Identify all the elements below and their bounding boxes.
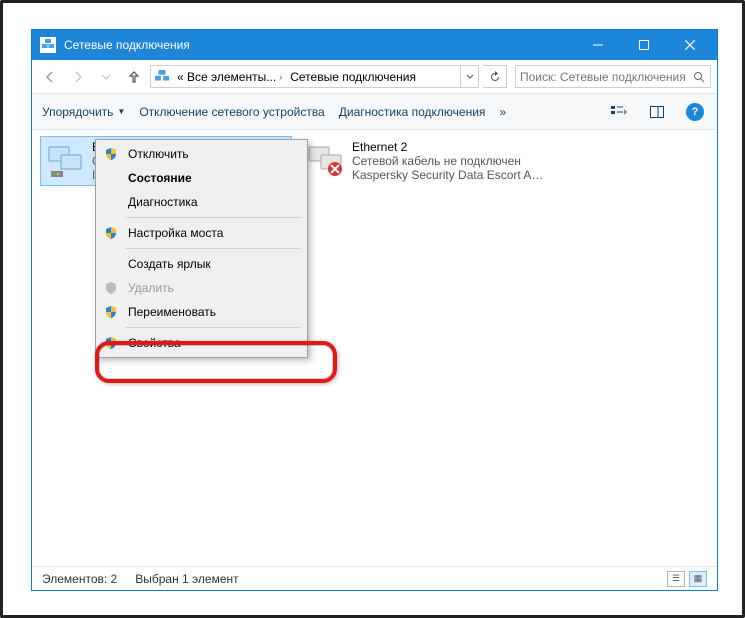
breadcrumb-seg-2[interactable]: Сетевые подключения	[286, 66, 420, 87]
address-bar: « Все элементы...› Сетевые подключения	[32, 60, 717, 94]
breadcrumb-icon[interactable]	[151, 66, 173, 87]
chevron-down-icon: ▼	[117, 107, 125, 116]
preview-pane-button[interactable]	[645, 100, 669, 124]
context-menu-label: Состояние	[128, 171, 192, 185]
help-icon: ?	[686, 103, 704, 121]
maximize-button[interactable]	[621, 30, 667, 60]
shield-icon	[102, 281, 120, 295]
recent-dropdown[interactable]	[94, 65, 118, 89]
breadcrumb-path[interactable]: « Все элементы...› Сетевые подключения	[150, 65, 479, 88]
search-icon[interactable]	[693, 71, 706, 83]
breadcrumb-seg-1[interactable]: « Все элементы...›	[173, 66, 286, 87]
network-adapter-icon	[44, 140, 86, 182]
context-menu-separator	[126, 327, 301, 328]
help-button[interactable]: ?	[683, 100, 707, 124]
context-menu-item[interactable]: Свойства	[98, 331, 305, 355]
search-input[interactable]	[520, 70, 693, 84]
command-bar: Упорядочить▼ Отключение сетевого устройс…	[32, 94, 717, 130]
diagnose-connection-button[interactable]: Диагностика подключения	[339, 105, 486, 119]
connection-name: Ethernet 2	[352, 140, 548, 154]
more-commands[interactable]: »	[499, 105, 506, 119]
context-menu: Отключить Состояние Диагностика Настройка м…	[95, 139, 308, 358]
context-menu-item[interactable]: Отключить	[98, 142, 305, 166]
path-dropdown[interactable]	[460, 66, 478, 87]
titlebar: Сетевые подключения	[32, 30, 717, 60]
minimize-button[interactable]	[575, 30, 621, 60]
selection-count: Выбран 1 элемент	[135, 572, 238, 586]
details-view-button[interactable]: ☰	[667, 571, 685, 587]
connection-status: Сетевой кабель не подключен	[352, 154, 548, 168]
context-menu-label: Переименовать	[128, 305, 216, 319]
context-menu-label: Свойства	[128, 336, 181, 350]
forward-button[interactable]	[66, 65, 90, 89]
item-count: Элементов: 2	[42, 572, 117, 586]
close-button[interactable]	[667, 30, 713, 60]
network-adapter-icon	[304, 140, 346, 182]
window-icon	[40, 37, 56, 53]
connection-device: Kaspersky Security Data Escort Ad...	[352, 168, 548, 182]
context-menu-label: Диагностика	[128, 195, 198, 209]
back-button[interactable]	[38, 65, 62, 89]
context-menu-item[interactable]: Настройка моста	[98, 221, 305, 245]
context-menu-item[interactable]: Состояние	[98, 166, 305, 190]
context-menu-label: Отключить	[128, 147, 189, 161]
context-menu-item: Удалить	[98, 276, 305, 300]
window-title: Сетевые подключения	[64, 38, 575, 52]
context-menu-separator	[126, 248, 301, 249]
up-button[interactable]	[122, 65, 146, 89]
connection-item-ethernet-2[interactable]: Ethernet 2 Сетевой кабель не подключен K…	[300, 136, 552, 186]
context-menu-label: Создать ярлык	[128, 257, 211, 271]
disable-device-button[interactable]: Отключение сетевого устройства	[139, 105, 324, 119]
refresh-button[interactable]	[483, 65, 507, 88]
context-menu-label: Удалить	[128, 281, 174, 295]
view-options-button[interactable]	[607, 100, 631, 124]
tiles-view-button[interactable]: ▦	[689, 571, 707, 587]
organize-menu[interactable]: Упорядочить▼	[42, 105, 125, 119]
shield-icon	[102, 336, 120, 350]
context-menu-separator	[126, 217, 301, 218]
context-menu-item[interactable]: Создать ярлык	[98, 252, 305, 276]
context-menu-item[interactable]: Диагностика	[98, 190, 305, 214]
shield-icon	[102, 226, 120, 240]
context-menu-label: Настройка моста	[128, 226, 223, 240]
search-field[interactable]	[515, 65, 711, 88]
shield-icon	[102, 147, 120, 161]
shield-icon	[102, 305, 120, 319]
context-menu-item[interactable]: Переименовать	[98, 300, 305, 324]
status-bar: Элементов: 2 Выбран 1 элемент ☰ ▦	[32, 566, 717, 590]
chevron-right-icon: ›	[279, 72, 282, 82]
